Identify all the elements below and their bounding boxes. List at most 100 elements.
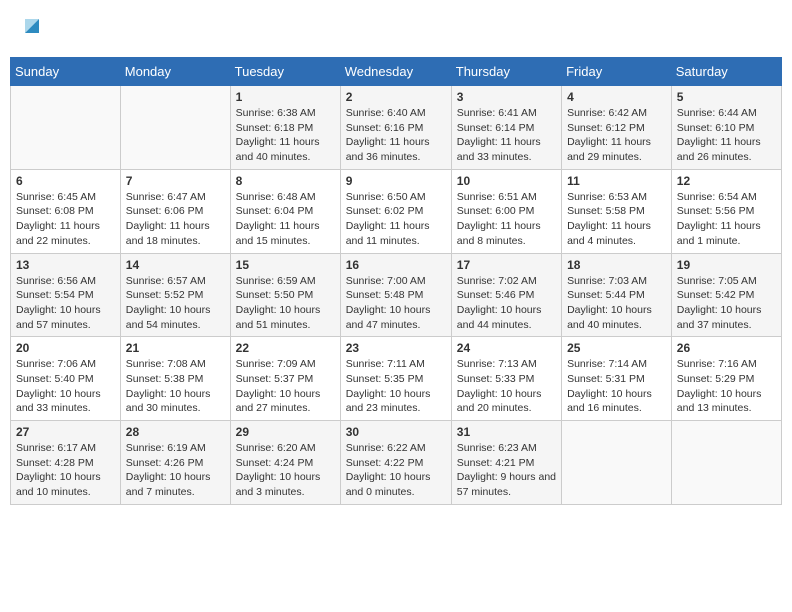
day-number: 1 <box>236 90 335 104</box>
day-info: Sunrise: 7:16 AMSunset: 5:29 PMDaylight:… <box>677 357 776 416</box>
day-cell-1-6: 4 Sunrise: 6:42 AMSunset: 6:12 PMDaylight… <box>562 86 672 170</box>
day-number: 19 <box>677 258 776 272</box>
day-cell-5-7 <box>671 421 781 505</box>
day-info: Sunrise: 6:59 AMSunset: 5:50 PMDaylight:… <box>236 274 335 333</box>
day-number: 11 <box>567 174 666 188</box>
week-row-4: 20Sunrise: 7:06 AMSunset: 5:40 PMDayligh… <box>11 337 782 421</box>
day-info: Sunrise: 7:03 AMSunset: 5:44 PMDaylight:… <box>567 274 666 333</box>
day-number: 3 <box>457 90 556 104</box>
day-info: Sunrise: 6:54 AMSunset: 5:56 PMDaylight:… <box>677 190 776 249</box>
day-cell-5-1: 27 Sunrise: 6:17 AMSunset: 4:28 PMDayligh… <box>11 421 121 505</box>
day-cell-3-2: 14 Sunrise: 6:57 AMSunset: 5:52 PMDayligh… <box>120 253 230 337</box>
day-cell-4-1: 20Sunrise: 7:06 AMSunset: 5:40 PMDayligh… <box>11 337 121 421</box>
day-cell-4-7: 26 Sunrise: 7:16 AMSunset: 5:29 PMDayligh… <box>671 337 781 421</box>
day-info: Sunrise: 7:02 AMSunset: 5:46 PMDaylight:… <box>457 274 556 333</box>
day-cell-3-6: 18 Sunrise: 7:03 AMSunset: 5:44 PMDayligh… <box>562 253 672 337</box>
day-cell-5-2: 28 Sunrise: 6:19 AMSunset: 4:26 PMDayligh… <box>120 421 230 505</box>
day-cell-5-5: 31Sunrise: 6:23 AMSunset: 4:21 PMDayligh… <box>451 421 561 505</box>
page-header <box>10 10 782 47</box>
day-number: 28 <box>126 425 225 439</box>
day-number: 24 <box>457 341 556 355</box>
day-info: Sunrise: 6:17 AMSunset: 4:28 PMDaylight:… <box>16 441 115 500</box>
week-row-2: 6 Sunrise: 6:45 AMSunset: 6:08 PMDaylight… <box>11 169 782 253</box>
day-info: Sunrise: 6:57 AMSunset: 5:52 PMDaylight:… <box>126 274 225 333</box>
col-friday: Friday <box>562 58 672 86</box>
day-cell-4-3: 22Sunrise: 7:09 AMSunset: 5:37 PMDayligh… <box>230 337 340 421</box>
day-number: 17 <box>457 258 556 272</box>
day-number: 26 <box>677 341 776 355</box>
day-cell-4-4: 23 Sunrise: 7:11 AMSunset: 5:35 PMDayligh… <box>340 337 451 421</box>
day-number: 25 <box>567 341 666 355</box>
col-thursday: Thursday <box>451 58 561 86</box>
col-tuesday: Tuesday <box>230 58 340 86</box>
day-info: Sunrise: 6:45 AMSunset: 6:08 PMDaylight:… <box>16 190 115 249</box>
day-info: Sunrise: 6:42 AMSunset: 6:12 PMDaylight:… <box>567 106 666 165</box>
day-info: Sunrise: 6:19 AMSunset: 4:26 PMDaylight:… <box>126 441 225 500</box>
day-number: 30 <box>346 425 446 439</box>
day-number: 10 <box>457 174 556 188</box>
day-cell-2-6: 11 Sunrise: 6:53 AMSunset: 5:58 PMDayligh… <box>562 169 672 253</box>
day-info: Sunrise: 6:38 AMSunset: 6:18 PMDaylight:… <box>236 106 335 165</box>
day-cell-1-1 <box>11 86 121 170</box>
day-info: Sunrise: 6:53 AMSunset: 5:58 PMDaylight:… <box>567 190 666 249</box>
day-info: Sunrise: 6:20 AMSunset: 4:24 PMDaylight:… <box>236 441 335 500</box>
day-number: 4 <box>567 90 666 104</box>
day-cell-3-3: 15 Sunrise: 6:59 AMSunset: 5:50 PMDayligh… <box>230 253 340 337</box>
day-cell-1-3: 1 Sunrise: 6:38 AMSunset: 6:18 PMDaylight… <box>230 86 340 170</box>
col-sunday: Sunday <box>11 58 121 86</box>
day-number: 31 <box>457 425 556 439</box>
day-cell-3-4: 16 Sunrise: 7:00 AMSunset: 5:48 PMDayligh… <box>340 253 451 337</box>
day-number: 21 <box>126 341 225 355</box>
day-info: Sunrise: 6:44 AMSunset: 6:10 PMDaylight:… <box>677 106 776 165</box>
col-saturday: Saturday <box>671 58 781 86</box>
day-number: 18 <box>567 258 666 272</box>
day-cell-2-1: 6 Sunrise: 6:45 AMSunset: 6:08 PMDaylight… <box>11 169 121 253</box>
day-cell-1-7: 5 Sunrise: 6:44 AMSunset: 6:10 PMDaylight… <box>671 86 781 170</box>
day-cell-4-2: 21Sunrise: 7:08 AMSunset: 5:38 PMDayligh… <box>120 337 230 421</box>
day-number: 7 <box>126 174 225 188</box>
week-row-3: 13Sunrise: 6:56 AMSunset: 5:54 PMDayligh… <box>11 253 782 337</box>
day-info: Sunrise: 7:05 AMSunset: 5:42 PMDaylight:… <box>677 274 776 333</box>
day-cell-2-3: 8Sunrise: 6:48 AMSunset: 6:04 PMDaylight… <box>230 169 340 253</box>
week-row-5: 27 Sunrise: 6:17 AMSunset: 4:28 PMDayligh… <box>11 421 782 505</box>
day-info: Sunrise: 7:13 AMSunset: 5:33 PMDaylight:… <box>457 357 556 416</box>
day-cell-5-6 <box>562 421 672 505</box>
logo <box>20 15 43 42</box>
day-info: Sunrise: 7:14 AMSunset: 5:31 PMDaylight:… <box>567 357 666 416</box>
day-number: 23 <box>346 341 446 355</box>
day-number: 14 <box>126 258 225 272</box>
day-number: 27 <box>16 425 115 439</box>
day-info: Sunrise: 6:48 AMSunset: 6:04 PMDaylight:… <box>236 190 335 249</box>
day-number: 5 <box>677 90 776 104</box>
day-info: Sunrise: 7:06 AMSunset: 5:40 PMDaylight:… <box>16 357 115 416</box>
day-number: 6 <box>16 174 115 188</box>
day-cell-4-5: 24 Sunrise: 7:13 AMSunset: 5:33 PMDayligh… <box>451 337 561 421</box>
col-monday: Monday <box>120 58 230 86</box>
day-number: 13 <box>16 258 115 272</box>
day-cell-2-4: 9Sunrise: 6:50 AMSunset: 6:02 PMDaylight… <box>340 169 451 253</box>
day-number: 16 <box>346 258 446 272</box>
day-info: Sunrise: 6:40 AMSunset: 6:16 PMDaylight:… <box>346 106 446 165</box>
day-info: Sunrise: 6:47 AMSunset: 6:06 PMDaylight:… <box>126 190 225 249</box>
day-cell-3-7: 19 Sunrise: 7:05 AMSunset: 5:42 PMDayligh… <box>671 253 781 337</box>
day-info: Sunrise: 7:00 AMSunset: 5:48 PMDaylight:… <box>346 274 446 333</box>
day-cell-2-2: 7 Sunrise: 6:47 AMSunset: 6:06 PMDaylight… <box>120 169 230 253</box>
day-cell-1-4: 2 Sunrise: 6:40 AMSunset: 6:16 PMDaylight… <box>340 86 451 170</box>
week-row-1: 1 Sunrise: 6:38 AMSunset: 6:18 PMDaylight… <box>11 86 782 170</box>
day-cell-3-5: 17 Sunrise: 7:02 AMSunset: 5:46 PMDayligh… <box>451 253 561 337</box>
logo-triangle-icon <box>21 15 43 37</box>
day-info: Sunrise: 6:50 AMSunset: 6:02 PMDaylight:… <box>346 190 446 249</box>
day-info: Sunrise: 7:09 AMSunset: 5:37 PMDaylight:… <box>236 357 335 416</box>
day-info: Sunrise: 7:11 AMSunset: 5:35 PMDaylight:… <box>346 357 446 416</box>
col-wednesday: Wednesday <box>340 58 451 86</box>
calendar-header-row: Sunday Monday Tuesday Wednesday Thursday… <box>11 58 782 86</box>
day-cell-1-2 <box>120 86 230 170</box>
calendar-table: Sunday Monday Tuesday Wednesday Thursday… <box>10 57 782 505</box>
day-info: Sunrise: 6:51 AMSunset: 6:00 PMDaylight:… <box>457 190 556 249</box>
day-number: 2 <box>346 90 446 104</box>
day-cell-2-5: 10 Sunrise: 6:51 AMSunset: 6:00 PMDayligh… <box>451 169 561 253</box>
day-number: 15 <box>236 258 335 272</box>
day-cell-1-5: 3 Sunrise: 6:41 AMSunset: 6:14 PMDaylight… <box>451 86 561 170</box>
day-info: Sunrise: 6:41 AMSunset: 6:14 PMDaylight:… <box>457 106 556 165</box>
day-cell-5-4: 30Sunrise: 6:22 AMSunset: 4:22 PMDayligh… <box>340 421 451 505</box>
